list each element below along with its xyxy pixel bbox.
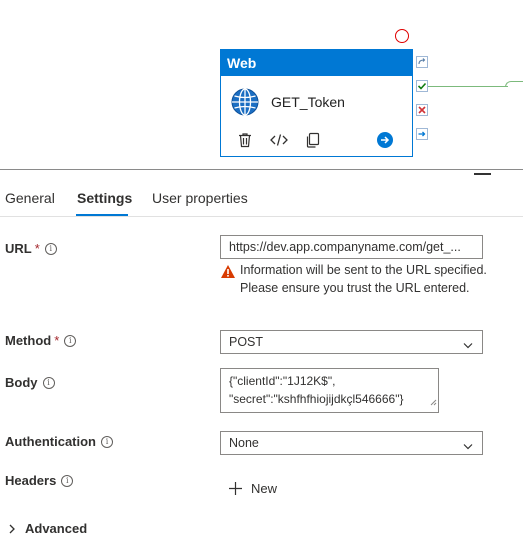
required-marker: *: [54, 333, 60, 348]
add-header-button[interactable]: New: [228, 479, 277, 497]
delete-icon[interactable]: [235, 130, 255, 150]
completion-connector-icon[interactable]: [416, 128, 428, 140]
warning-text: Information will be sent to the URL spec…: [240, 263, 487, 295]
chevron-down-icon: [462, 336, 474, 353]
properties-tabs: General Settings User properties: [0, 186, 523, 217]
active-tab-indicator: [76, 214, 128, 216]
info-icon[interactable]: i: [42, 377, 55, 389]
advanced-label: Advanced: [25, 521, 88, 536]
dependency-line-curve: [505, 81, 523, 87]
warning-icon: [220, 264, 236, 284]
authentication-select[interactable]: None: [220, 431, 483, 455]
authentication-label: Authentication i: [5, 434, 113, 449]
validation-indicator: [395, 29, 409, 43]
chevron-down-icon: [462, 437, 474, 454]
copy-icon[interactable]: [303, 130, 323, 150]
pipeline-canvas[interactable]: Web GET_Token: [0, 0, 523, 170]
add-header-label: New: [251, 480, 278, 496]
info-icon[interactable]: i: [44, 243, 57, 255]
method-value: POST: [229, 335, 264, 349]
body-label: Body i: [5, 375, 55, 390]
tab-settings[interactable]: Settings: [77, 190, 132, 206]
resize-handle-icon[interactable]: [430, 393, 437, 411]
plus-icon: [229, 481, 242, 495]
globe-icon: [231, 88, 259, 116]
headers-label: Headers i: [5, 473, 74, 488]
skipped-connector-icon[interactable]: [416, 56, 428, 68]
info-icon[interactable]: i: [64, 335, 77, 347]
body-textarea[interactable]: {"clientId":"1J12K$", "secret":"kshfhfhi…: [220, 368, 439, 413]
advanced-section-toggle[interactable]: Advanced: [8, 521, 87, 536]
success-dependency-line: [428, 86, 508, 87]
code-icon[interactable]: [269, 130, 289, 150]
info-icon[interactable]: i: [101, 436, 113, 448]
web-activity-node[interactable]: Web GET_Token: [220, 49, 413, 157]
failure-connector-icon[interactable]: [416, 104, 428, 116]
go-to-activity-icon[interactable]: [375, 130, 395, 150]
panel-splitter[interactable]: [0, 169, 523, 170]
splitter-handle[interactable]: [474, 173, 491, 175]
body-line-1: {"clientId":"1J12K$",: [229, 374, 336, 388]
tab-user-properties[interactable]: User properties: [152, 190, 248, 206]
url-input[interactable]: https://dev.app.companyname.com/get_...: [220, 235, 483, 259]
info-icon[interactable]: i: [61, 475, 74, 487]
body-line-2: "secret":"kshfhfhiojijdkçl546666"}: [229, 392, 404, 406]
chevron-right-icon: [9, 524, 15, 533]
required-marker: *: [34, 241, 40, 256]
method-label: Method * i: [5, 333, 77, 348]
tab-general[interactable]: General: [5, 190, 55, 206]
url-label: URL * i: [5, 241, 57, 256]
activity-name: GET_Token: [271, 94, 345, 110]
success-connector-icon[interactable]: [416, 80, 428, 92]
authentication-value: None: [229, 436, 259, 450]
activity-type-header: Web: [221, 50, 412, 76]
method-select[interactable]: POST: [220, 330, 483, 354]
